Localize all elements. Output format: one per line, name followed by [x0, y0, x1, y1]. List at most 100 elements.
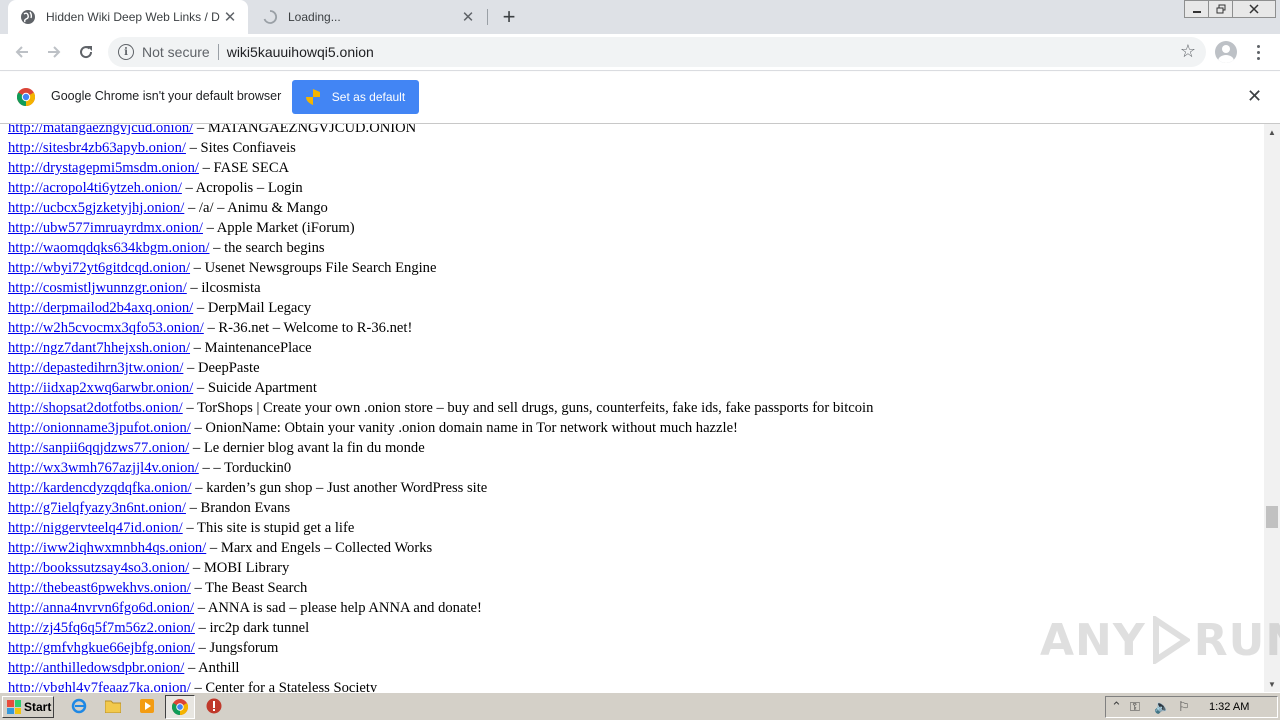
chrome-icon[interactable] — [165, 695, 195, 719]
restore-button[interactable] — [1208, 0, 1234, 18]
onion-link[interactable]: http://w2h5cvocmx3qfo53.onion/ — [8, 320, 204, 336]
onion-link[interactable]: http://cosmistljwunnzgr.onion/ — [8, 280, 187, 296]
info-icon[interactable]: i — [118, 44, 134, 60]
reload-icon — [80, 46, 93, 59]
onion-link[interactable]: http://sitesbr4zb63apyb.onion/ — [8, 140, 186, 156]
onion-link[interactable]: http://anna4nvrvn6fgo6d.onion/ — [8, 600, 194, 616]
close-tab-icon[interactable]: ✕ — [220, 7, 240, 27]
link-description: – Center for a Stateless Society — [190, 680, 378, 692]
list-item: http://waomqdqks634kbgm.onion/ – the sea… — [8, 238, 873, 258]
link-description: – Sites Confiaveis — [185, 140, 296, 156]
link-description: – Usenet Newsgroups File Search Engine — [190, 260, 437, 276]
link-description: – OnionName: Obtain your vanity .onion d… — [190, 420, 738, 436]
close-icon[interactable]: ✕ — [1247, 87, 1262, 105]
link-description: – ANNA is sad – please help ANNA and don… — [194, 600, 482, 616]
url-text[interactable]: wiki5kauuihowqi5.onion — [227, 44, 374, 60]
list-item: http://thebeast6pwekhvs.onion/ – The Bea… — [8, 578, 873, 598]
scroll-down-arrow-icon[interactable]: ▼ — [1264, 676, 1280, 692]
tab-loading[interactable]: Loading... ✕ — [250, 0, 486, 34]
list-item: http://ngz7dant7hhejxsh.onion/ – Mainten… — [8, 338, 873, 358]
scroll-up-arrow-icon[interactable]: ▲ — [1264, 124, 1280, 140]
list-item: http://ucbcx5gjzketyjhj.onion/ – /a/ – A… — [8, 198, 873, 218]
tab-divider — [487, 9, 488, 25]
close-window-button[interactable] — [1232, 0, 1276, 18]
onion-link[interactable]: http://g7ielqfyazy3n6nt.onion/ — [8, 500, 186, 516]
onion-link[interactable]: http://kardencdyzqdqfka.onion/ — [8, 480, 192, 496]
onion-link[interactable]: http://niggervteelq47id.onion/ — [8, 520, 183, 536]
start-button[interactable]: Start — [2, 696, 54, 718]
flag-icon[interactable]: ⚐ — [1178, 700, 1190, 713]
onion-link[interactable]: http://derpmailod2b4axq.onion/ — [8, 300, 193, 316]
onion-link[interactable]: http://iww2iqhwxmnbh4qs.onion/ — [8, 540, 206, 556]
ie-icon[interactable] — [70, 697, 88, 715]
volume-icon[interactable]: 🔈 — [1154, 700, 1170, 713]
reload-button[interactable] — [74, 40, 98, 64]
onion-link[interactable]: http://drystagepmi5msdm.onion/ — [8, 160, 199, 176]
link-description: – TorShops | Create your own .onion stor… — [182, 400, 874, 416]
onion-link[interactable]: http://bookssutzsay4so3.onion/ — [8, 560, 189, 576]
chrome-logo-icon — [17, 88, 35, 106]
address-bar[interactable]: i Not secure wiki5kauuihowqi5.onion ☆ — [108, 37, 1206, 67]
list-item: http://shopsat2dotfotbs.onion/ – TorShop… — [8, 398, 873, 418]
network-icon[interactable]: ⚿ — [1130, 700, 1140, 713]
onion-link[interactable]: http://sanpii6qqjdzws77.onion/ — [8, 440, 189, 456]
page-scrollbar[interactable]: ▲ ▼ — [1264, 124, 1280, 692]
media-player-icon[interactable] — [138, 697, 156, 715]
link-description: – Marx and Engels – Collected Works — [206, 540, 433, 556]
onion-link[interactable]: http://shopsat2dotfotbs.onion/ — [8, 400, 183, 416]
onion-link[interactable]: http://ucbcx5gjzketyjhj.onion/ — [8, 200, 184, 216]
browser-toolbar: i Not secure wiki5kauuihowqi5.onion ☆ — [0, 34, 1280, 71]
onion-link[interactable]: http://waomqdqks634kbgm.onion/ — [8, 240, 209, 256]
onion-link[interactable]: http://acropol4ti6ytzeh.onion/ — [8, 180, 182, 196]
onion-link[interactable]: http://onionname3jpufot.onion/ — [8, 420, 191, 436]
onion-link[interactable]: http://iidxap2xwq6arwbr.onion/ — [8, 380, 193, 396]
new-tab-button[interactable]: + — [497, 5, 521, 29]
onion-link[interactable]: http://anthilledowsdpbr.onion/ — [8, 660, 184, 676]
tray-expand-icon[interactable]: ⌃ — [1111, 700, 1122, 713]
list-item: http://gmfvhgkue66ejbfg.onion/ – Jungsfo… — [8, 638, 873, 658]
onion-link[interactable]: http://matangaezngvjcud.onion/ — [8, 124, 193, 136]
folder-icon[interactable] — [104, 697, 122, 715]
onion-link[interactable]: http://zj45fq6q5f7m56z2.onion/ — [8, 620, 195, 636]
watermark-right-text: RUN — [1193, 614, 1280, 666]
stop-icon[interactable] — [205, 697, 223, 715]
scrollbar-thumb[interactable] — [1266, 506, 1278, 528]
menu-icon[interactable] — [1248, 40, 1268, 64]
close-tab-icon[interactable]: ✕ — [458, 7, 478, 27]
onion-link[interactable]: http://thebeast6pwekhvs.onion/ — [8, 580, 191, 596]
list-item: http://drystagepmi5msdm.onion/ – FASE SE… — [8, 158, 873, 178]
address-divider — [217, 44, 219, 60]
list-item: http://iww2iqhwxmnbh4qs.onion/ – Marx an… — [8, 538, 873, 558]
link-description: – FASE SECA — [198, 160, 290, 176]
list-item: http://w2h5cvocmx3qfo53.onion/ – R-36.ne… — [8, 318, 873, 338]
list-item: http://vbghl4v7feaaz7ka.onion/ – Center … — [8, 678, 873, 692]
onion-link[interactable]: http://gmfvhgkue66ejbfg.onion/ — [8, 640, 195, 656]
onion-link[interactable]: http://wx3wmh767azjjl4v.onion/ — [8, 460, 199, 476]
link-description: – MOBI Library — [189, 560, 290, 576]
security-label[interactable]: Not secure — [142, 44, 210, 60]
link-description: – MATANGAEZNGVJCUD.ONION — [193, 124, 417, 136]
link-list: http://matangaezngvjcud.onion/ – MATANGA… — [8, 124, 873, 692]
link-description: – /a/ – Animu & Mango — [184, 200, 328, 216]
set-as-default-button[interactable]: Set as default — [292, 80, 419, 114]
spinner-icon — [263, 10, 278, 24]
onion-link[interactable]: http://vbghl4v7feaaz7ka.onion/ — [8, 680, 191, 692]
list-item: http://iidxap2xwq6arwbr.onion/ – Suicide… — [8, 378, 873, 398]
onion-link[interactable]: http://depastedihrn3jtw.onion/ — [8, 360, 183, 376]
list-item: http://g7ielqfyazy3n6nt.onion/ – Brandon… — [8, 498, 873, 518]
onion-link[interactable]: http://wbyi72yt6gitdcqd.onion/ — [8, 260, 190, 276]
onion-link[interactable]: http://ubw577imruayrdmx.onion/ — [8, 220, 203, 236]
windows-logo-icon — [7, 700, 21, 714]
forward-button[interactable] — [42, 40, 66, 64]
link-description: – the search begins — [209, 240, 325, 256]
onion-link[interactable]: http://ngz7dant7hhejxsh.onion/ — [8, 340, 190, 356]
forward-icon — [48, 46, 61, 58]
clock[interactable]: 1:32 AM — [1209, 701, 1249, 713]
list-item: http://sitesbr4zb63apyb.onion/ – Sites C… — [8, 138, 873, 158]
back-button[interactable] — [10, 40, 34, 64]
tab-hidden-wiki[interactable]: Hidden Wiki Deep Web Links / Dark W ✕ — [8, 0, 248, 34]
minimize-button[interactable] — [1184, 0, 1210, 18]
star-icon[interactable]: ☆ — [1180, 42, 1196, 60]
profile-icon[interactable] — [1215, 41, 1237, 63]
list-item: http://matangaezngvjcud.onion/ – MATANGA… — [8, 124, 873, 138]
